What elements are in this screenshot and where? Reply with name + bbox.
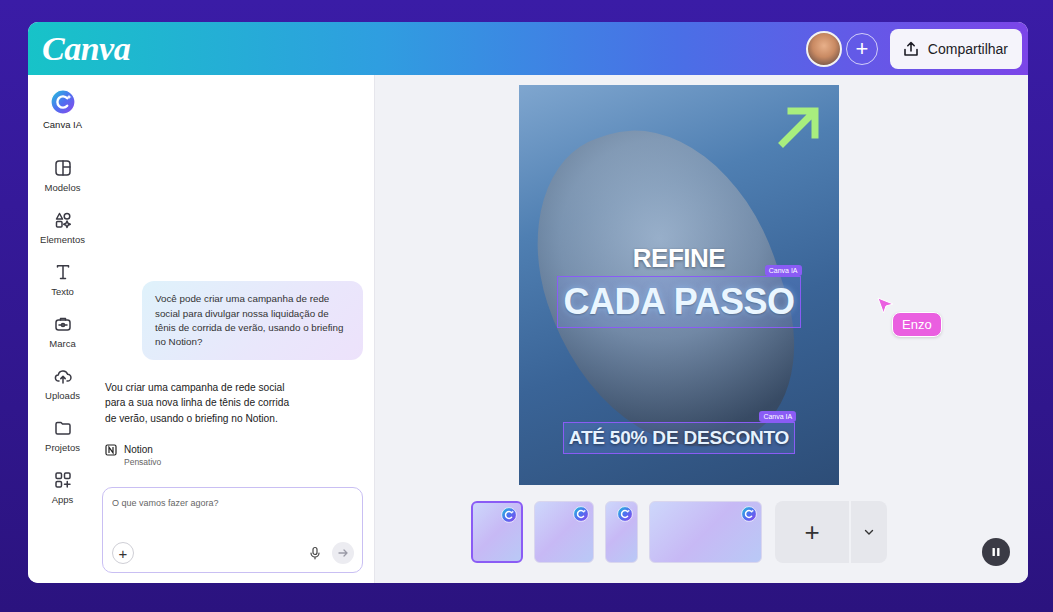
rail-item[interactable]: Modelos: [28, 150, 97, 202]
chevron-down-icon: [863, 526, 875, 538]
apps-icon: [54, 471, 72, 489]
arrow-right-icon: [337, 547, 349, 559]
tool-status: Notion Pensativo: [105, 444, 363, 467]
canva-ai-icon: [573, 506, 589, 522]
pause-button[interactable]: [982, 538, 1010, 566]
rail-label: Apps: [52, 494, 74, 505]
cursor-icon: [877, 297, 895, 315]
design-text-box[interactable]: REFINE: [628, 239, 730, 278]
rail-label: Canva IA: [43, 119, 82, 130]
rail-item[interactable]: Projetos: [28, 410, 97, 462]
arrow-up-right-icon: [777, 103, 823, 149]
page-thumbnail[interactable]: [649, 501, 762, 563]
user-avatar[interactable]: [806, 31, 842, 67]
text-icon: [54, 263, 72, 281]
rail-label: Marca: [49, 338, 75, 349]
editor-canvas: REFINECADA PASSOCanva IAATÉ 50% DE DESCO…: [375, 75, 1028, 583]
share-button[interactable]: Compartilhar: [890, 29, 1022, 69]
page-thumbnails: +: [471, 501, 887, 563]
design-text-row: CADA PASSOCanva IA: [519, 276, 839, 328]
design-text[interactable]: REFINE: [633, 243, 725, 273]
rail-item[interactable]: Texto: [28, 254, 97, 306]
design-text-box[interactable]: CADA PASSOCanva IA: [557, 276, 800, 328]
collaborator-label: Enzo: [892, 312, 942, 337]
send-button[interactable]: [332, 542, 354, 564]
templates-icon: [54, 159, 72, 177]
chat-panel: Você pode criar uma campanha de rede soc…: [97, 75, 375, 583]
rail-label: Elementos: [40, 234, 85, 245]
tool-text: Notion Pensativo: [124, 444, 161, 467]
side-rail: Canva IA Modelos Elementos Texto Marca Upload…: [28, 75, 97, 583]
add-page-plus[interactable]: +: [775, 501, 851, 563]
rail-label: Modelos: [45, 182, 81, 193]
tool-name: Notion: [124, 444, 161, 455]
design-text-row: ATÉ 50% DE DESCONTOCanva IA: [519, 422, 839, 454]
ai-badge: Canva IA: [765, 265, 802, 276]
canva-window: Canva + Compartilhar Canva IA Modelos Element…: [28, 22, 1028, 583]
rail-item[interactable]: Uploads: [28, 358, 97, 410]
rail-label: Texto: [51, 286, 74, 297]
canva-ai-icon: [50, 89, 76, 115]
design-text[interactable]: ATÉ 50% DE DESCONTO: [569, 427, 789, 448]
workspace: Canva IA Modelos Elementos Texto Marca Upload…: [28, 75, 1028, 583]
microphone-icon[interactable]: [308, 546, 322, 560]
rail-item[interactable]: Elementos: [28, 202, 97, 254]
share-label: Compartilhar: [928, 41, 1008, 57]
add-page-button[interactable]: +: [775, 501, 887, 563]
brand-icon: [54, 315, 72, 333]
prompt-box: +: [102, 487, 363, 573]
uploads-icon: [54, 367, 72, 385]
canva-ai-icon: [741, 506, 757, 522]
add-collaborator-button[interactable]: +: [846, 33, 878, 65]
design-text-box[interactable]: ATÉ 50% DE DESCONTOCanva IA: [563, 422, 795, 454]
page-options-button[interactable]: [851, 501, 887, 563]
share-icon: [902, 40, 920, 58]
elements-icon: [54, 211, 72, 229]
top-bar: Canva + Compartilhar: [28, 22, 1028, 75]
rail-item[interactable]: Canva IA: [28, 83, 97, 135]
canva-ai-icon: [617, 506, 633, 522]
page-thumbnail[interactable]: [605, 501, 638, 563]
design-page[interactable]: REFINECADA PASSOCanva IAATÉ 50% DE DESCO…: [519, 85, 839, 485]
canva-ai-icon: [501, 507, 517, 523]
user-message: Você pode criar uma campanha de rede soc…: [142, 281, 363, 360]
ai-badge: Canva IA: [759, 411, 796, 422]
projects-icon: [54, 419, 72, 437]
rail-label: Uploads: [45, 390, 80, 401]
rail-label: Projetos: [45, 442, 80, 453]
tool-state: Pensativo: [124, 457, 161, 467]
notion-icon: [105, 444, 117, 456]
prompt-actions: +: [112, 542, 354, 564]
design-text[interactable]: CADA PASSO: [563, 281, 794, 322]
canva-logo[interactable]: Canva: [42, 30, 130, 68]
rail-item[interactable]: Marca: [28, 306, 97, 358]
rail-item[interactable]: Apps: [28, 462, 97, 514]
page-thumbnail[interactable]: [534, 501, 594, 563]
prompt-input[interactable]: [112, 498, 354, 508]
attach-button[interactable]: +: [112, 542, 134, 564]
assistant-message: Vou criar uma campanha de rede social pa…: [105, 380, 290, 426]
pause-icon: [991, 547, 1001, 557]
page-thumbnail[interactable]: [471, 501, 523, 563]
